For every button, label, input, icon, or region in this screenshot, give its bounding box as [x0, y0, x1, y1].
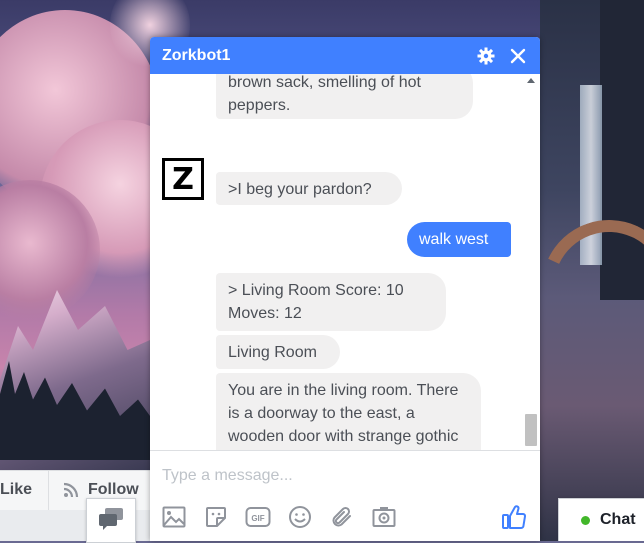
messenger-launcher-button[interactable]	[86, 498, 136, 543]
scrollbar-thumb[interactable]	[525, 414, 537, 446]
scroll-up-arrow-icon[interactable]	[527, 78, 535, 83]
message-bubble: >I beg your pardon?	[216, 172, 402, 205]
message-list[interactable]: brown sack, smelling of hot peppers. Z >…	[150, 74, 540, 487]
chat-title[interactable]: Zorkbot1	[162, 47, 476, 65]
chat-header[interactable]: Zorkbot1	[150, 37, 540, 74]
message-bubble: Living Room	[216, 335, 340, 369]
bot-avatar: Z	[162, 158, 204, 200]
sticker-icon[interactable]	[202, 503, 230, 531]
camera-icon[interactable]	[370, 503, 398, 531]
like-button[interactable]: Like	[0, 470, 49, 510]
image-icon[interactable]	[160, 503, 188, 531]
gear-icon[interactable]	[476, 46, 496, 66]
message-bubble-outgoing: walk west	[407, 222, 511, 257]
composer-toolbar: GIF	[150, 499, 540, 535]
svg-text:GIF: GIF	[251, 514, 264, 523]
message-bubble: > Living Room Score: 10 Moves: 12	[216, 273, 446, 331]
composer: GIF	[150, 450, 540, 541]
message-input[interactable]	[162, 461, 492, 491]
chat-bubbles-icon	[97, 506, 125, 535]
gif-icon[interactable]: GIF	[244, 503, 272, 531]
follow-label: Follow	[88, 481, 139, 498]
chat-tab[interactable]: Chat	[558, 498, 644, 541]
online-status-dot	[581, 515, 590, 525]
emoji-icon[interactable]	[286, 503, 314, 531]
chat-window: Zorkbot1 brown sack, smelling of hot pep…	[150, 37, 540, 541]
message-scrollbar[interactable]	[523, 74, 540, 487]
chat-tab-label: Chat	[600, 511, 636, 528]
thumbs-up-icon[interactable]	[500, 503, 528, 531]
attachment-icon[interactable]	[328, 503, 356, 531]
close-icon[interactable]	[508, 46, 528, 66]
message-bubble: brown sack, smelling of hot peppers.	[216, 74, 473, 119]
rss-icon	[62, 481, 80, 499]
